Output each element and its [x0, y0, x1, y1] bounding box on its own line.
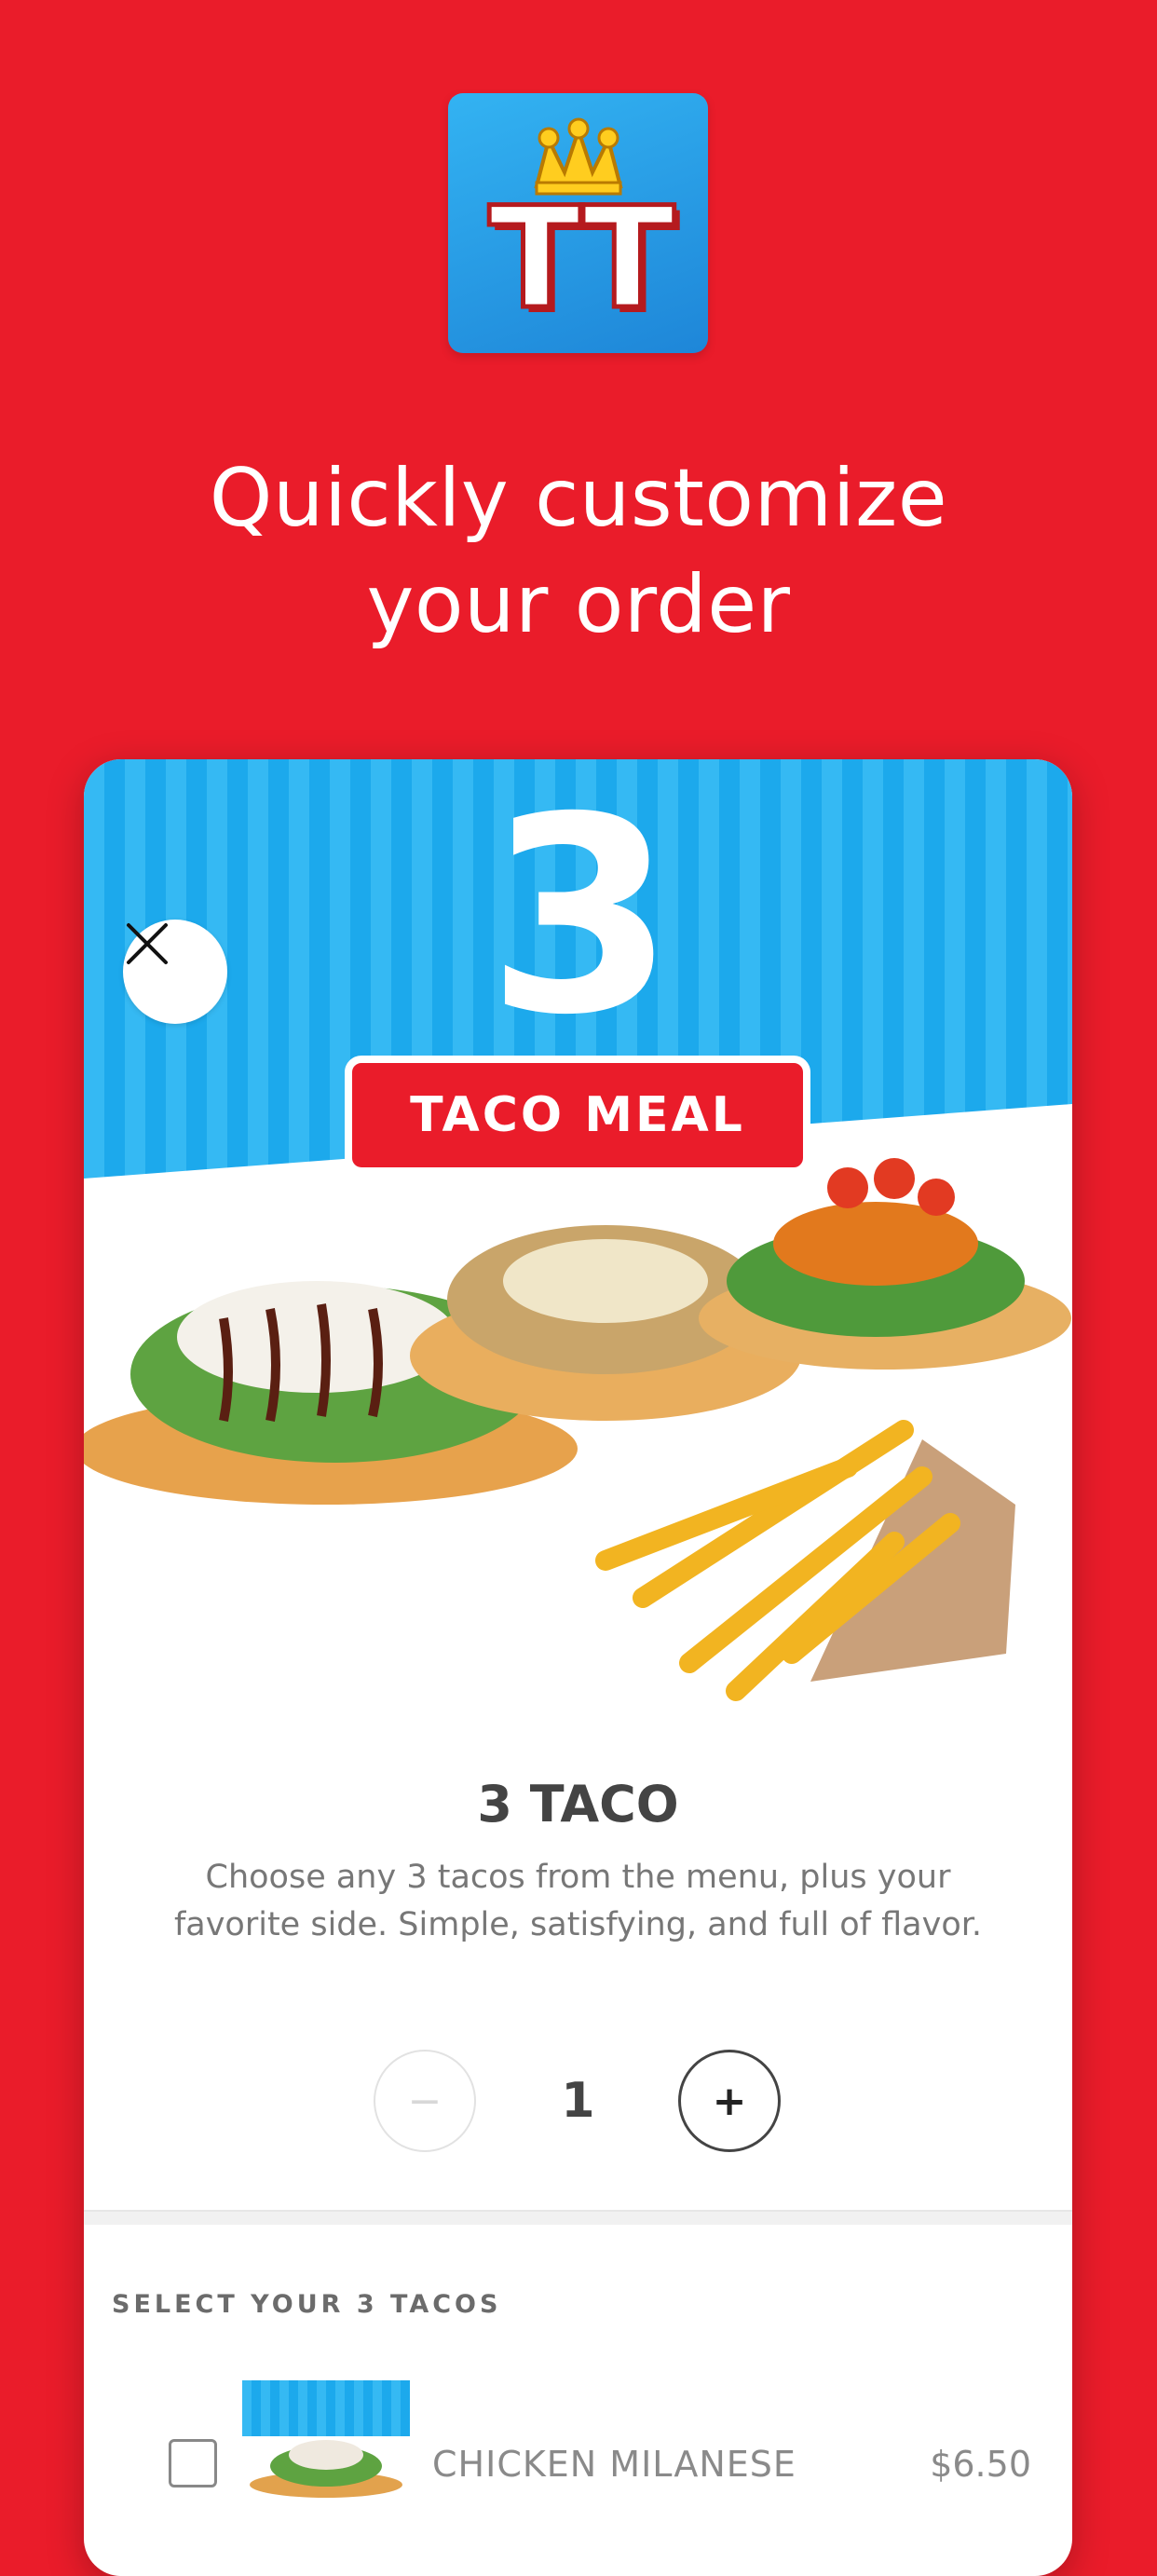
meal-badge: TACO MEAL — [345, 1056, 810, 1175]
hero-image: 3 TACO MEAL — [84, 759, 1072, 1747]
headline-line-1: Quickly customize — [209, 452, 948, 545]
headline: Quickly customize your order — [0, 445, 1157, 658]
increase-quantity-button[interactable]: + — [678, 2050, 781, 2152]
product-card: 3 TACO MEAL 3 TACO Choose any 3 tacos fr… — [84, 759, 1072, 2576]
option-name: CHICKEN MILANESE — [432, 2444, 796, 2485]
section-label: SELECT YOUR 3 TACOS — [112, 2290, 502, 2319]
product-description: Choose any 3 tacos from the menu, plus y… — [173, 1859, 983, 1943]
hero-number: 3 — [486, 760, 675, 1074]
close-button[interactable] — [123, 920, 227, 1024]
quantity-value: 1 — [561, 2073, 595, 2129]
section-divider — [84, 2210, 1072, 2225]
option-thumbnail — [242, 2380, 410, 2501]
decrease-quantity-button[interactable]: − — [374, 2050, 476, 2152]
close-icon — [127, 923, 168, 964]
headline-line-2: your order — [366, 558, 791, 651]
logo-text: TT — [486, 178, 677, 340]
option-price: $6.50 — [930, 2444, 1031, 2485]
option-checkbox[interactable] — [169, 2439, 217, 2487]
product-title: 3 TACO — [477, 1775, 679, 1833]
app-logo: TT — [448, 93, 708, 353]
